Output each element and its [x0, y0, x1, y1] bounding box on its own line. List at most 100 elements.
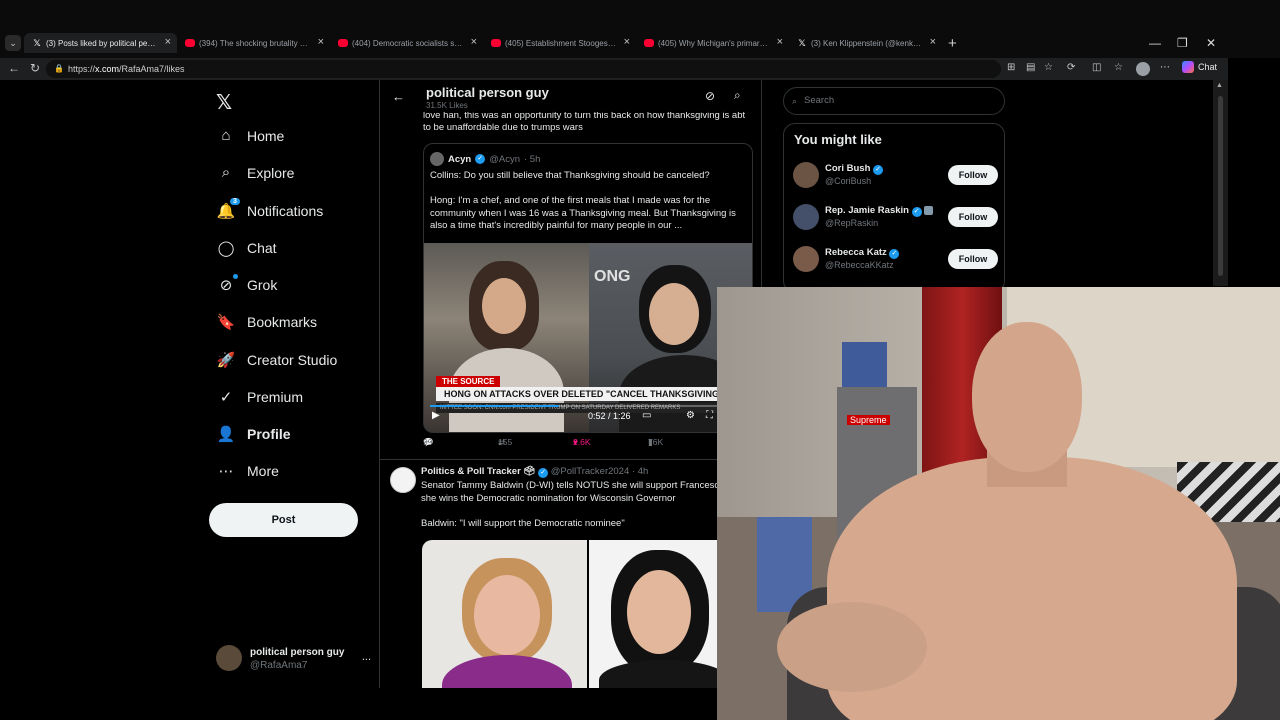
close-icon[interactable]: × — [930, 36, 936, 48]
suggestion-handle: @RepRaskin — [825, 218, 879, 228]
nav-bookmarks[interactable]: 🔖 Bookmarks — [215, 313, 317, 331]
tab-ken-klippenstein[interactable]: 𝕏 (3) Ken Klippenstein (@kenklippe × — [789, 33, 942, 53]
tab-youtube-4[interactable]: (405) Why Michigan's primary sha × — [636, 33, 789, 53]
copilot-chat-button[interactable]: Chat — [1182, 61, 1217, 73]
view-count: 76K — [648, 437, 664, 447]
site-info-icon[interactable]: 🔒 — [54, 60, 64, 78]
tab-youtube-1[interactable]: (394) The shocking brutality of the × — [177, 33, 330, 53]
page-scrollbar[interactable]: ▲ — [1213, 80, 1228, 286]
creator-studio-icon: 🚀 — [216, 352, 236, 369]
nav-label: Creator Studio — [247, 352, 338, 368]
tab-youtube-2[interactable]: (404) Democratic socialists set sig × — [330, 33, 483, 53]
x-logo-icon[interactable]: 𝕏 — [216, 90, 232, 115]
nav-chat[interactable]: ◯ Chat — [215, 239, 277, 257]
suggestion-handle: @CoriBush — [825, 176, 872, 186]
close-icon[interactable]: × — [777, 36, 783, 48]
chyron-headline-text: HONG ON ATTACKS OVER DELETED "CANCEL THA… — [444, 389, 736, 399]
account-switcher[interactable]: political person guy @RafaAma7 ... — [216, 643, 371, 673]
restore-icon[interactable]: ❐ — [1177, 36, 1188, 50]
chat-icon: ◯ — [217, 240, 235, 257]
video-progress-bar[interactable] — [430, 405, 744, 407]
follow-button[interactable]: Follow — [948, 207, 998, 227]
close-icon[interactable]: × — [471, 36, 477, 48]
more-options-icon[interactable]: ... — [362, 651, 371, 663]
scrollbar-thumb[interactable] — [1218, 96, 1223, 276]
minimize-icon[interactable]: — — [1149, 36, 1161, 50]
scroll-up-icon[interactable]: ▲ — [1216, 82, 1223, 89]
nav-premium[interactable]: ✓ Premium — [215, 388, 303, 406]
nav-creator-studio[interactable]: 🚀 Creator Studio — [215, 351, 338, 369]
tweet-image[interactable] — [422, 540, 587, 688]
nav-explore[interactable]: ⌕ Explore — [215, 164, 295, 181]
person-face — [474, 575, 540, 655]
panel-title: You might like — [794, 132, 882, 147]
close-icon[interactable]: × — [165, 36, 171, 48]
x-icon: 𝕏 — [798, 38, 806, 48]
follow-button[interactable]: Follow — [948, 249, 998, 269]
split-screen-icon[interactable]: ◫ — [1092, 62, 1101, 73]
close-icon[interactable]: × — [318, 36, 324, 48]
nav-notifications[interactable]: 🔔 3 Notifications — [215, 198, 323, 220]
tweet-image[interactable] — [589, 540, 729, 688]
nav-label: Chat — [247, 240, 277, 256]
grok-icon[interactable]: ⊘ — [705, 89, 715, 103]
fullscreen-icon[interactable]: ⛶ — [706, 410, 713, 421]
nav-profile[interactable]: 👤 Profile — [215, 425, 291, 443]
suggestion-name: Rep. Jamie Raskin ✓ — [825, 205, 933, 217]
nav-label: Grok — [247, 277, 278, 293]
app-available-icon[interactable]: ⊞ — [1007, 62, 1015, 73]
search-icon[interactable]: ⌕ — [734, 88, 741, 103]
video-controls: ▶ 0:52 / 1:26 ▭ ⚙ ⛶ — [430, 408, 750, 428]
nav-more[interactable]: ⋯ More — [215, 462, 279, 480]
suggestion-item[interactable]: Cori Bush ✓ @CoriBush Follow — [793, 160, 998, 192]
favorite-star-icon[interactable]: ☆ — [1044, 62, 1053, 73]
avatar[interactable] — [390, 467, 416, 493]
new-tab-button[interactable]: + — [948, 35, 957, 52]
chyron-tag-text: THE SOURCE — [442, 377, 495, 386]
nav-label: Profile — [247, 426, 291, 442]
profile-avatar-icon[interactable] — [1136, 62, 1150, 76]
settings-more-icon[interactable]: ⋯ — [1160, 62, 1170, 73]
quoted-tweet[interactable]: Acyn ✓ @Acyn · 5h Collins: Do you still … — [423, 143, 753, 433]
favorites-icon[interactable]: ☆ — [1114, 62, 1123, 73]
nav-home[interactable]: ⌂ Home — [215, 127, 284, 144]
tab-liked-posts[interactable]: 𝕏 (3) Posts liked by political person × — [24, 33, 177, 53]
suggestion-handle: @RebeccaKKatz — [825, 260, 894, 270]
refresh-icon[interactable]: ↻ — [30, 61, 40, 75]
video-progress-fill — [430, 405, 559, 407]
home-icon: ⌂ — [221, 127, 231, 144]
author-name[interactable]: Politics & Poll Tracker 🗳 — [421, 466, 536, 477]
back-arrow-icon[interactable]: ← — [8, 61, 20, 75]
verified-badge-icon: ✓ — [538, 468, 549, 478]
nav-grok[interactable]: ⊘ Grok — [215, 274, 278, 294]
suggestion-item[interactable]: Rep. Jamie Raskin ✓ @RepRaskin Follow — [793, 202, 998, 234]
settings-gear-icon[interactable]: ⚙ — [686, 410, 695, 421]
tweet[interactable]: Politics & Poll Tracker 🗳 ✓ @PollTracker… — [380, 460, 761, 688]
name-text: Rebecca Katz — [825, 247, 887, 258]
post-button[interactable]: Post — [209, 503, 358, 537]
captions-icon[interactable]: ▭ — [642, 410, 651, 421]
video-player[interactable]: ONG THE SOURCE HONG ON ATTACKS OVER DELE… — [424, 243, 752, 432]
close-icon[interactable]: × — [624, 36, 630, 48]
nav-label: Premium — [247, 389, 304, 405]
address-bar[interactable]: 🔒 https://x.com/RafaAma7/likes — [46, 60, 1001, 78]
follow-button[interactable]: Follow — [948, 165, 998, 185]
play-icon[interactable]: ▶ — [432, 410, 440, 421]
back-arrow-icon[interactable]: ← — [392, 89, 405, 104]
extension-icon[interactable]: ⟳ — [1067, 62, 1075, 73]
suggestion-item[interactable]: Rebecca Katz ✓ @RebeccaKKatz Follow — [793, 244, 998, 276]
profile-icon: 👤 — [216, 426, 236, 443]
government-badge-icon — [923, 205, 933, 215]
search-input[interactable]: ⌕ Search — [783, 87, 1005, 115]
tab-list-button[interactable]: ⌄ — [5, 35, 21, 51]
reader-mode-icon[interactable]: ▤ — [1026, 62, 1035, 73]
profile-header: ← political person guy 31.5K Likes ⊘ ⌕ — [380, 80, 761, 112]
tweet-text: Senator Tammy Baldwin (D-WI) tells NOTUS… — [421, 480, 757, 529]
nav-label: More — [247, 463, 279, 479]
avatar — [793, 246, 819, 272]
window-close-icon[interactable]: ✕ — [1206, 36, 1216, 50]
tab-youtube-3[interactable]: (405) Establishment Stooges Are × — [483, 33, 636, 53]
person-face — [649, 283, 699, 345]
more-icon: ⋯ — [218, 463, 234, 480]
youtube-icon — [338, 39, 348, 47]
